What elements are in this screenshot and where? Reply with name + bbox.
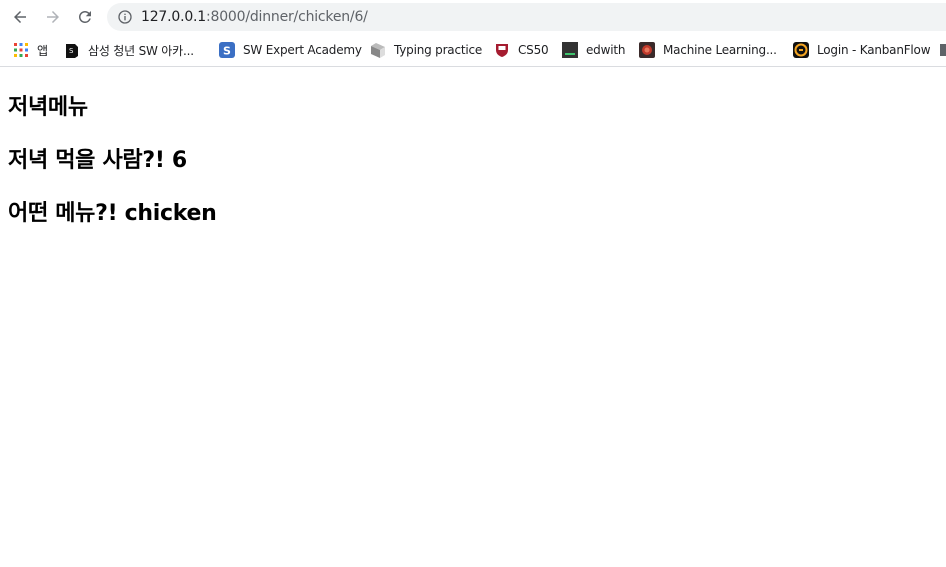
bookmark-label: 앱 bbox=[37, 43, 48, 58]
typing-icon bbox=[370, 42, 386, 58]
bookmark-apps[interactable]: 앱 bbox=[13, 41, 48, 59]
bookmark-label: edwith bbox=[586, 43, 626, 57]
svg-text:S: S bbox=[223, 45, 231, 58]
address-bar[interactable]: 127.0.0.1:8000/dinner/chicken/6/ bbox=[107, 3, 946, 31]
page-title: 저녁메뉴 bbox=[8, 95, 88, 120]
samsung-ssafy-icon: S bbox=[64, 42, 80, 58]
edwith-icon bbox=[562, 42, 578, 58]
bookmark-cs50[interactable]: CS50 bbox=[494, 41, 549, 59]
bookmark-overflow[interactable] bbox=[940, 41, 946, 59]
arrow-right-icon bbox=[47, 11, 59, 23]
harvard-shield-icon bbox=[494, 42, 510, 58]
ml-icon bbox=[639, 42, 655, 58]
bookmark-label: Login - KanbanFlow bbox=[817, 43, 931, 57]
bookmark-typing[interactable]: Typing practice bbox=[370, 41, 482, 59]
folder-icon bbox=[940, 42, 946, 58]
reload-button[interactable] bbox=[74, 6, 96, 28]
bookmark-label: SW Expert Academy bbox=[243, 43, 362, 57]
apps-grid-icon bbox=[13, 42, 29, 58]
url-host: 127.0.0.1 bbox=[141, 9, 206, 25]
menu-heading: 어떤 메뉴?! chicken bbox=[8, 201, 217, 226]
info-icon[interactable] bbox=[117, 9, 133, 25]
url-path: :8000/dinner/chicken/6/ bbox=[206, 9, 368, 25]
bookmark-ml[interactable]: Machine Learning... bbox=[639, 41, 777, 59]
back-button[interactable] bbox=[9, 6, 31, 28]
swea-icon: S bbox=[219, 42, 235, 58]
reload-icon bbox=[79, 10, 91, 23]
bookmark-label: Typing practice bbox=[394, 43, 483, 57]
bookmark-ssafy[interactable]: S 삼성 청년 SW 아카... bbox=[64, 41, 194, 59]
bookmark-label: Machine Learning... bbox=[663, 43, 777, 57]
diner-count-heading: 저녁 먹을 사람?! 6 bbox=[8, 148, 187, 173]
browser-toolbar: 127.0.0.1:8000/dinner/chicken/6/ bbox=[0, 0, 946, 34]
bookmark-swea[interactable]: S SW Expert Academy bbox=[219, 41, 362, 59]
arrow-left-icon bbox=[14, 11, 26, 23]
kanbanflow-icon bbox=[793, 42, 809, 58]
bookmarks-bar: 앱 S 삼성 청년 SW 아카... S SW Expert Academy T… bbox=[0, 34, 946, 67]
bookmark-edwith[interactable]: edwith bbox=[562, 41, 625, 59]
bookmark-label: 삼성 청년 SW 아카... bbox=[88, 43, 194, 58]
forward-button[interactable] bbox=[42, 6, 64, 28]
bookmark-label: CS50 bbox=[518, 43, 549, 57]
bookmark-kanbanflow[interactable]: Login - KanbanFlow bbox=[793, 41, 931, 59]
address-url[interactable]: 127.0.0.1:8000/dinner/chicken/6/ bbox=[141, 9, 368, 25]
